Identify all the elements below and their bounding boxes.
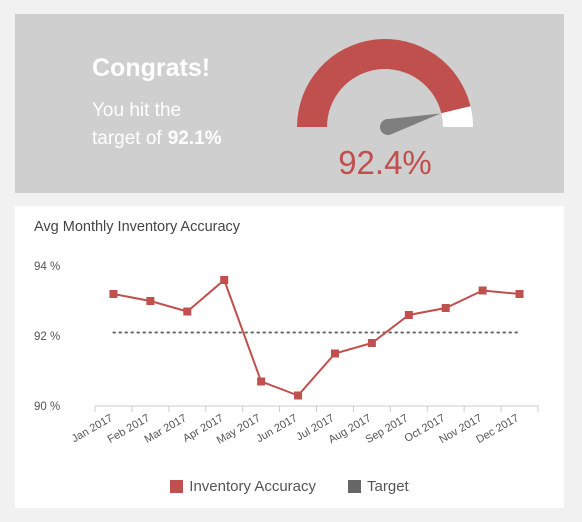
data-point-inventory-accuracy <box>330 349 339 358</box>
gauge-value-text: 92.4% <box>338 144 432 181</box>
data-point-inventory-accuracy <box>478 286 487 295</box>
chart-panel: Avg Monthly Inventory Accuracy 90 % 92 % 9… <box>15 206 564 508</box>
chart-legend: Inventory Accuracy Target <box>15 478 564 495</box>
data-point-inventory-accuracy <box>220 276 229 284</box>
legend-item-target[interactable]: Target <box>348 478 409 495</box>
kpi-panel: Congrats! You hit the target of 92.1% 92.… <box>15 14 564 193</box>
data-point-inventory-accuracy <box>441 304 450 312</box>
line-chart: 90 %92 %94 %Jan 2017Feb 2017Mar 2017Apr … <box>34 261 539 447</box>
gauge: 92.4% <box>297 38 473 181</box>
data-point-inventory-accuracy <box>146 297 155 305</box>
data-point-inventory-accuracy <box>294 391 303 400</box>
data-point-inventory-accuracy <box>109 290 118 298</box>
data-point-inventory-accuracy <box>257 377 266 386</box>
data-point-inventory-accuracy <box>367 339 376 347</box>
data-point-inventory-accuracy <box>183 307 192 316</box>
x-tick-label: Mar 2017 <box>143 412 189 446</box>
legend-label-inventory-accuracy: Inventory Accuracy <box>189 478 317 495</box>
legend-item-inventory-accuracy[interactable]: Inventory Accuracy <box>170 478 316 495</box>
x-tick-label: Dec 2017 <box>474 412 521 446</box>
legend-swatch-inventory-accuracy <box>170 480 184 493</box>
data-point-inventory-accuracy <box>515 290 524 298</box>
legend-swatch-target <box>348 480 362 493</box>
data-point-inventory-accuracy <box>404 311 413 319</box>
gauge-needle-hub <box>380 119 396 135</box>
legend-label-target: Target <box>367 478 409 495</box>
y-tick-label: 92 % <box>34 331 60 343</box>
x-tick-label: Jun 2017 <box>254 412 299 445</box>
y-tick-label: 94 % <box>34 261 60 273</box>
y-tick-label: 90 % <box>34 401 60 413</box>
x-tick-label: Sep 2017 <box>363 412 410 446</box>
series-line-inventory-accuracy <box>113 278 520 397</box>
